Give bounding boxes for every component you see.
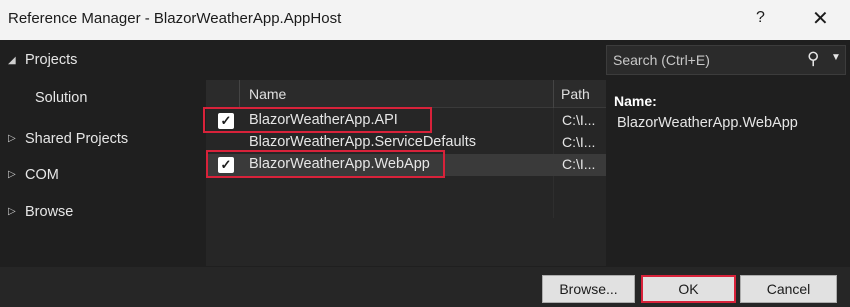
project-path: C:\I... — [562, 112, 596, 128]
title-bar: Reference Manager - BlazorWeatherApp.App… — [0, 0, 850, 40]
browse-button[interactable]: Browse... — [542, 275, 635, 303]
sidebar-item-browse[interactable]: Browse — [25, 204, 73, 220]
column-divider[interactable] — [553, 80, 554, 108]
chevron-down-icon[interactable]: ▼ — [831, 52, 841, 63]
sidebar-item-projects[interactable]: Projects — [25, 52, 77, 68]
project-path: C:\I... — [562, 156, 596, 172]
column-header-name[interactable]: Name — [249, 86, 286, 102]
window-title: Reference Manager - BlazorWeatherApp.App… — [8, 10, 342, 27]
project-path: C:\I... — [562, 134, 596, 150]
sidebar-item-com[interactable]: COM — [25, 167, 59, 183]
list-header: Name Path — [206, 80, 606, 108]
dialog-body: ◢ Projects Solution ▷ Shared Projects ▷ … — [0, 40, 850, 267]
sidebar-item-solution[interactable]: Solution — [35, 90, 87, 106]
collapsed-arrow-icon[interactable]: ▷ — [8, 133, 16, 144]
search-input[interactable]: Search (Ctrl+E) ⚲ ▼ — [606, 45, 846, 75]
help-button[interactable]: ? — [756, 9, 765, 27]
category-sidebar: ◢ Projects Solution ▷ Shared Projects ▷ … — [0, 40, 205, 267]
sidebar-item-shared-projects[interactable]: Shared Projects — [25, 131, 128, 147]
search-icon[interactable]: ⚲ — [807, 49, 819, 69]
collapsed-arrow-icon[interactable]: ▷ — [8, 206, 16, 217]
close-button[interactable]: ✕ — [812, 6, 829, 31]
details-label: Name: — [614, 93, 657, 109]
search-placeholder: Search (Ctrl+E) — [613, 52, 710, 68]
cancel-button[interactable]: Cancel — [740, 275, 837, 303]
column-divider — [239, 80, 240, 108]
collapsed-arrow-icon[interactable]: ▷ — [8, 169, 16, 180]
highlight-box — [203, 107, 432, 133]
highlight-box — [206, 150, 445, 178]
project-name: BlazorWeatherApp.ServiceDefaults — [249, 134, 477, 150]
ok-button[interactable]: OK — [641, 275, 736, 303]
details-value: BlazorWeatherApp.WebApp — [617, 115, 798, 131]
expanded-arrow-icon[interactable]: ◢ — [8, 55, 16, 66]
button-bar: Browse... OK Cancel — [0, 267, 850, 307]
column-header-path[interactable]: Path — [561, 86, 590, 102]
